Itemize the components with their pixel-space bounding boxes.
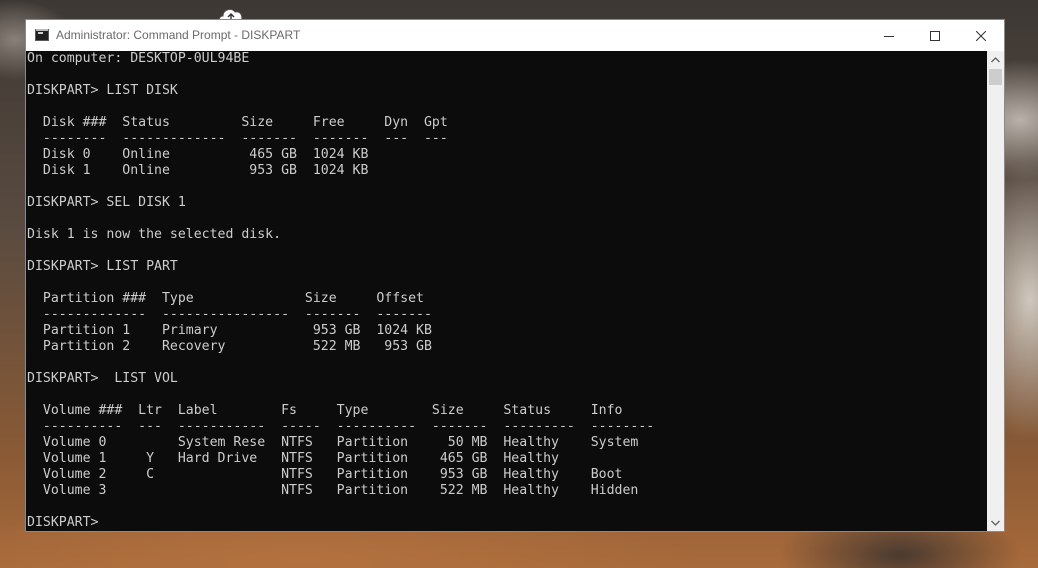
- console-line: On computer: DESKTOP-0UL94BE: [27, 51, 250, 66]
- minimize-button[interactable]: [866, 20, 912, 51]
- maximize-icon: [930, 30, 940, 41]
- scroll-down-button[interactable]: [987, 514, 1004, 531]
- console-line: Volume 3 NTFS Partition 522 MB Healthy H…: [27, 483, 639, 498]
- console-line: Disk 1 is now the selected disk.: [27, 227, 282, 242]
- console-line: DISKPART> LIST DISK: [27, 83, 178, 98]
- console-line: Volume 2 C NTFS Partition 953 GB Healthy…: [27, 467, 623, 482]
- console-line: Partition 2 Recovery 522 MB 953 GB: [27, 339, 432, 354]
- console-line: Disk 0 Online 465 GB 1024 KB: [27, 147, 369, 162]
- console-line: Volume 0 System Rese NTFS Partition 50 M…: [27, 435, 639, 450]
- close-button[interactable]: [958, 20, 1004, 51]
- console-line: Volume ### Ltr Label Fs Type Size Status…: [27, 403, 623, 418]
- close-icon: [976, 30, 986, 41]
- console-line: Disk 1 Online 953 GB 1024 KB: [27, 163, 369, 178]
- console-text: On computer: DESKTOP-0UL94BE DISKPART> L…: [26, 51, 987, 531]
- console-line: ---------- --- ----------- ----- -------…: [27, 419, 655, 434]
- vertical-scrollbar[interactable]: [987, 51, 1004, 531]
- console-line: DISKPART>: [27, 515, 107, 530]
- console-line: -------- ------------- ------- ------- -…: [27, 131, 448, 146]
- command-prompt-window: Administrator: Command Prompt - DISKPART…: [26, 20, 1004, 531]
- maximize-button[interactable]: [912, 20, 958, 51]
- console-line: Partition ### Type Size Offset: [27, 291, 424, 306]
- chevron-up-icon: [991, 56, 1000, 62]
- scroll-thumb[interactable]: [989, 69, 1002, 85]
- title-bar[interactable]: Administrator: Command Prompt - DISKPART: [26, 20, 1004, 51]
- console-output[interactable]: On computer: DESKTOP-0UL94BE DISKPART> L…: [26, 51, 987, 531]
- console-line: ------------- ---------------- ------- -…: [27, 307, 432, 322]
- console-line: Partition 1 Primary 953 GB 1024 KB: [27, 323, 432, 338]
- scroll-up-button[interactable]: [987, 51, 1004, 68]
- console-line: DISKPART> LIST VOL: [27, 371, 178, 386]
- window-title: Administrator: Command Prompt - DISKPART: [56, 28, 301, 42]
- console-line: Volume 1 Y Hard Drive NTFS Partition 465…: [27, 451, 559, 466]
- minimize-icon: [884, 35, 894, 37]
- console-icon[interactable]: [35, 29, 49, 41]
- chevron-down-icon: [991, 520, 1000, 526]
- console-line: DISKPART> LIST PART: [27, 259, 178, 274]
- console-line: Disk ### Status Size Free Dyn Gpt: [27, 115, 448, 130]
- console-line: DISKPART> SEL DISK 1: [27, 195, 186, 210]
